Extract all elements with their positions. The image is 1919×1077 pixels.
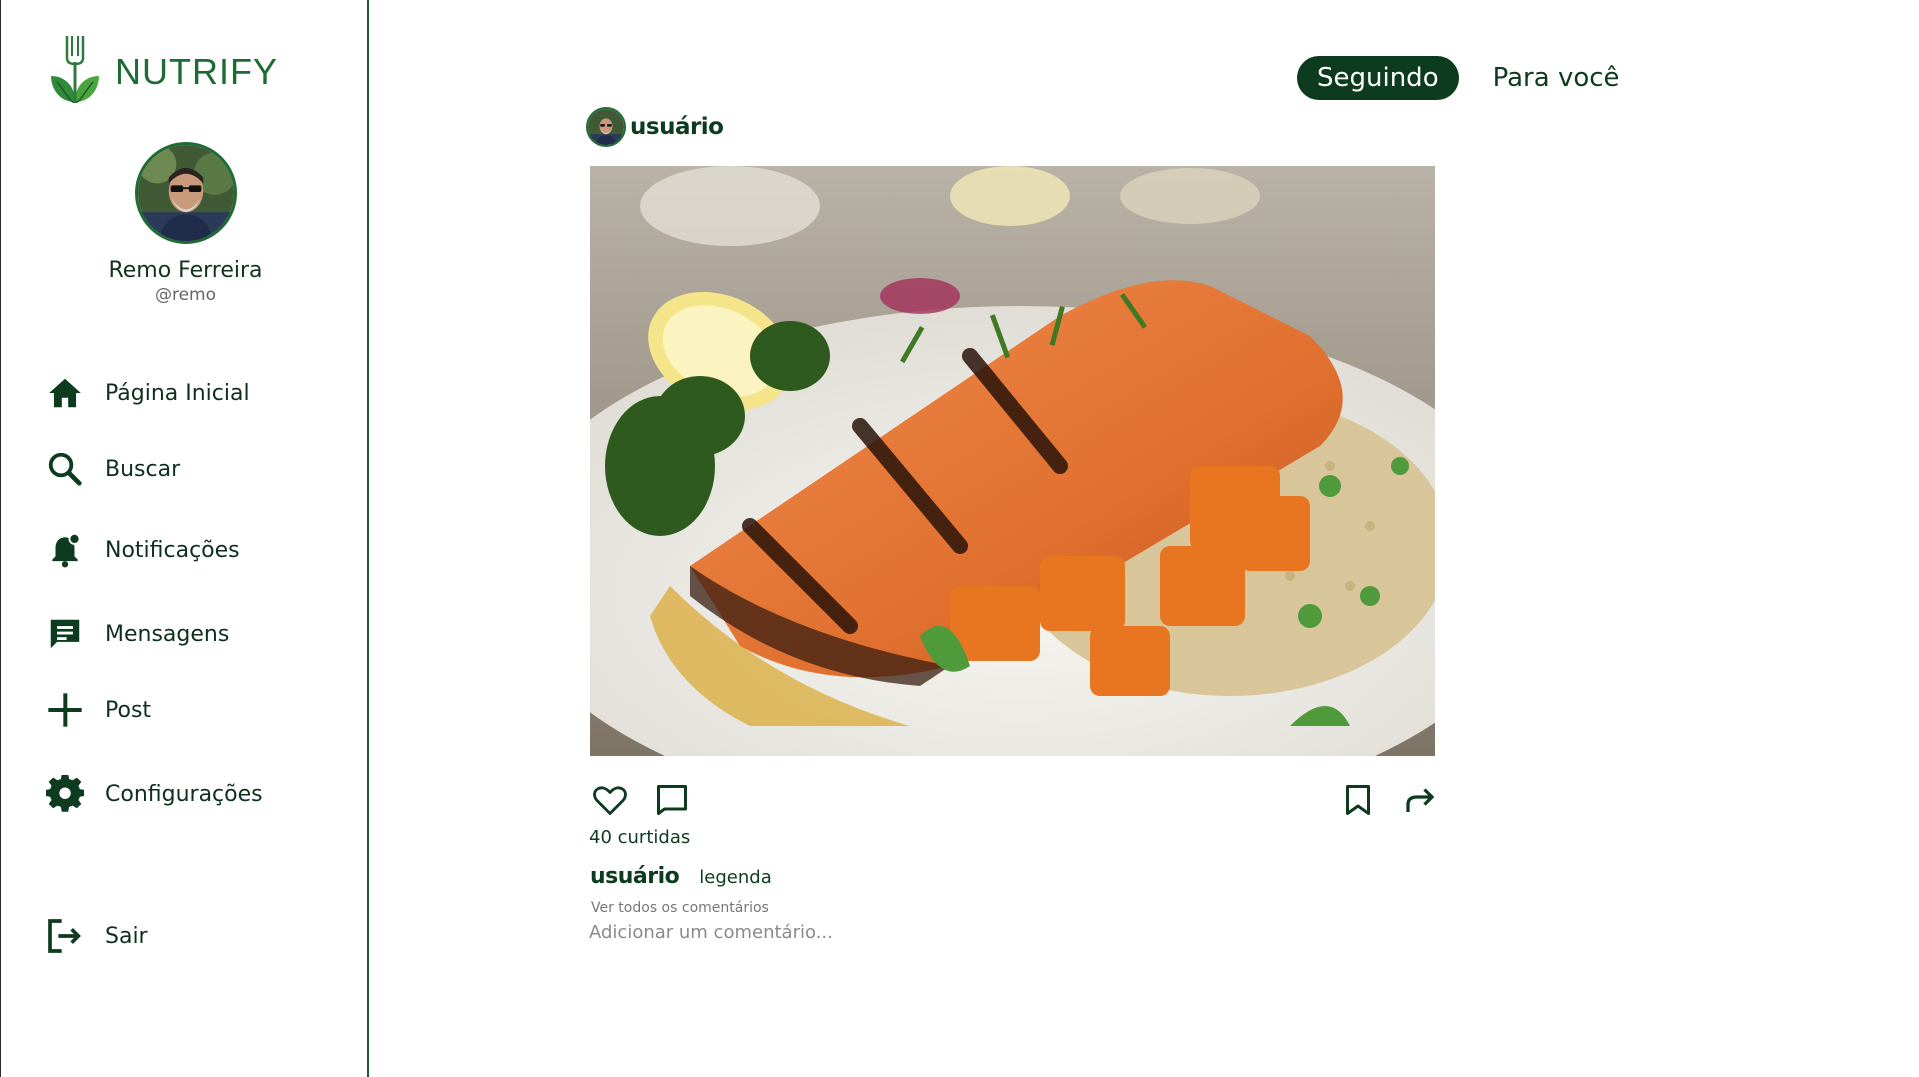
post-actions-right [1338, 780, 1440, 820]
sidebar-item-settings[interactable]: Configurações [45, 774, 345, 814]
heart-icon [593, 786, 627, 815]
profile-name: Remo Ferreira [108, 258, 263, 283]
profile-card: Remo Ferreira @remo [1, 142, 370, 305]
sidebar-item-label: Página Inicial [105, 380, 250, 406]
message-icon [45, 614, 85, 654]
gear-icon [45, 774, 85, 814]
sidebar-item-home[interactable]: Página Inicial [45, 373, 345, 413]
sidebar-item-search[interactable]: Buscar [45, 449, 345, 489]
post-author-name[interactable]: usuário [630, 114, 724, 140]
avatar[interactable] [134, 142, 237, 244]
likes-count: 40 curtidas [589, 827, 691, 848]
sidebar-item-post[interactable]: Post [45, 690, 345, 730]
bell-icon [45, 530, 85, 570]
view-all-comments-link[interactable]: Ver todos os comentários [591, 900, 769, 916]
sidebar-item-messages[interactable]: Mensagens [45, 614, 345, 654]
tab-following[interactable]: Seguindo [1297, 56, 1459, 100]
caption-text: legenda [699, 867, 772, 888]
app-root: NUTRIFY Remo Ferreira @remo Página Inici… [0, 0, 1919, 1077]
post-caption: usuário legenda [590, 864, 772, 889]
sidebar-item-label: Notificações [105, 537, 240, 563]
caption-author[interactable]: usuário [590, 864, 680, 889]
logo[interactable]: NUTRIFY [49, 32, 278, 112]
sidebar-item-logout[interactable]: Sair [45, 916, 345, 956]
sidebar-item-label: Configurações [105, 781, 263, 807]
post-author-avatar[interactable] [586, 107, 626, 147]
salmon-dish-photo [590, 166, 1435, 756]
profile-handle: @remo [154, 285, 217, 305]
sidebar-item-label: Post [105, 697, 152, 723]
home-icon [45, 373, 85, 413]
search-icon [45, 449, 85, 489]
plus-icon [45, 690, 85, 730]
logout-icon [45, 916, 85, 956]
add-comment-input[interactable] [589, 922, 1009, 943]
app-name: NUTRIFY [115, 51, 278, 92]
user-photo [137, 145, 234, 241]
share-arrow-icon [1406, 788, 1435, 812]
post-image[interactable] [590, 166, 1435, 756]
comment-icon [657, 785, 687, 815]
sidebar-item-notifications[interactable]: Notificações [45, 530, 345, 570]
save-button[interactable] [1338, 780, 1378, 820]
sidebar-item-label: Mensagens [105, 621, 230, 647]
user-photo [588, 109, 624, 145]
share-button[interactable] [1400, 780, 1440, 820]
sidebar: NUTRIFY Remo Ferreira @remo Página Inici… [0, 0, 369, 1077]
feed-tabs: Seguindo Para você [1297, 56, 1620, 100]
sidebar-item-label: Buscar [105, 456, 181, 482]
post-header: usuário [586, 107, 724, 147]
leaf-fork-logo-icon [51, 36, 99, 103]
sidebar-item-label: Sair [105, 923, 148, 949]
like-button[interactable] [590, 780, 630, 820]
comment-button[interactable] [652, 780, 692, 820]
post-actions-left [590, 780, 692, 820]
bookmark-icon [1346, 785, 1370, 815]
tab-for-you[interactable]: Para você [1493, 63, 1620, 93]
